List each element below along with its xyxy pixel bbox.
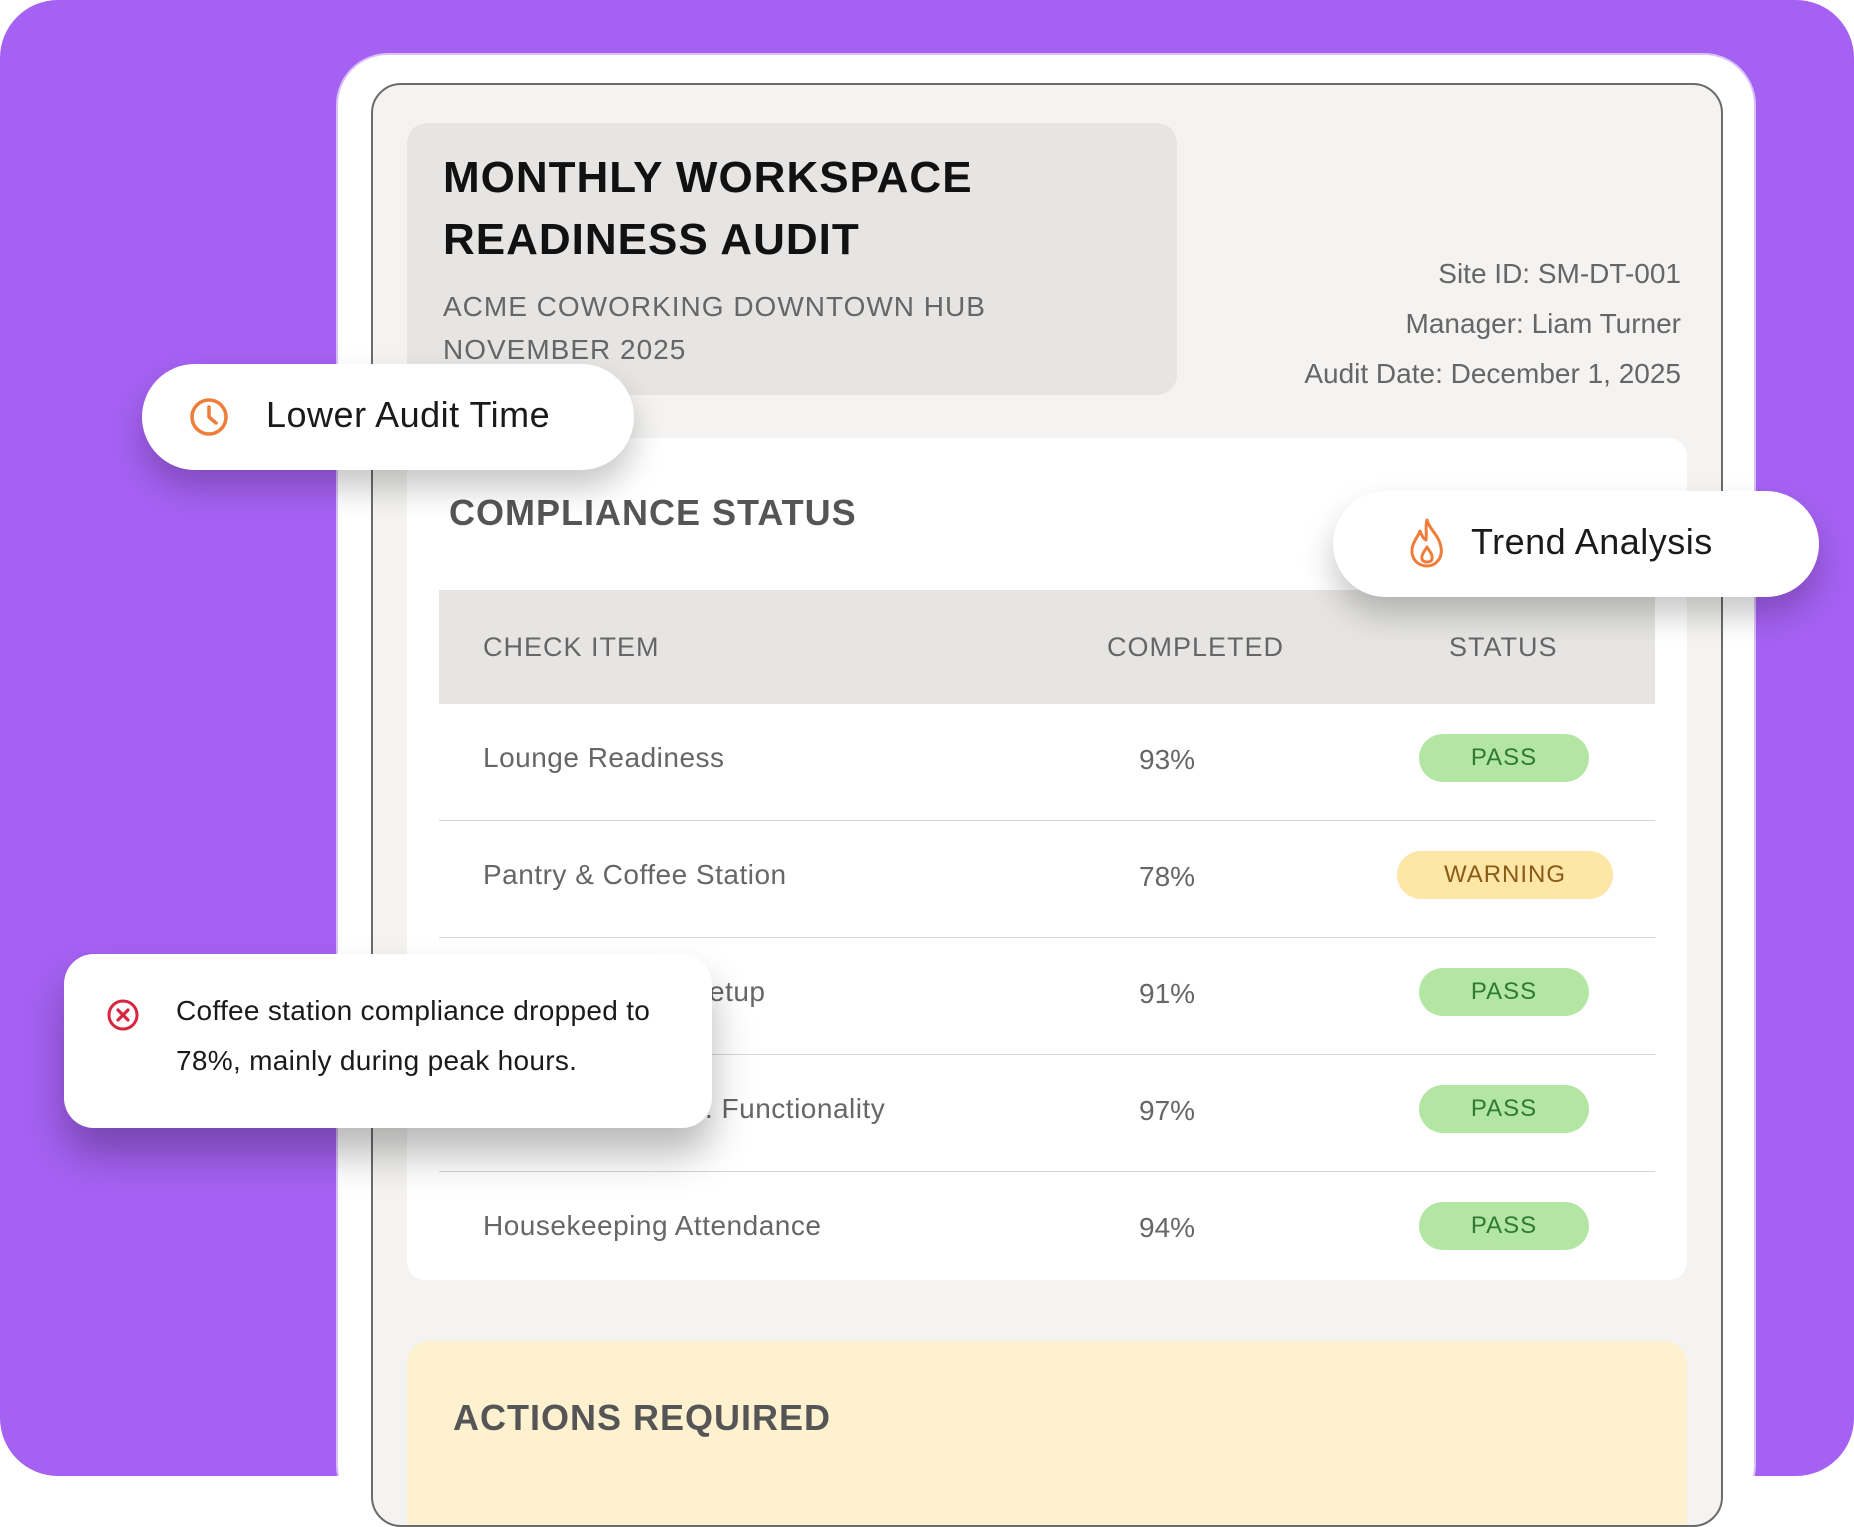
compliance-title: COMPLIANCE STATUS: [449, 492, 857, 533]
row-completed: 93%: [1139, 744, 1196, 775]
alert-message: Coffee station compliance dropped to 78%…: [176, 995, 651, 1076]
status-badge: PASS: [1419, 734, 1589, 782]
row-completed: 94%: [1139, 1212, 1196, 1243]
actions-title: ACTIONS REQUIRED: [453, 1397, 832, 1438]
lower-audit-time-pill: Lower Audit Time: [142, 364, 634, 470]
column-header-completed: COMPLETED: [1107, 632, 1285, 662]
report-header: MONTHLY WORKSPACE READINESS AUDIT ACME C…: [407, 123, 1177, 395]
clock-icon: [188, 396, 230, 443]
table-header: CHECK ITEM COMPLETED STATUS: [439, 590, 1655, 704]
trend-analysis-label: Trend Analysis: [1471, 521, 1713, 562]
subtitle-location: ACME COWORKING DOWNTOWN HUB: [443, 291, 986, 322]
report-subtitle: ACME COWORKING DOWNTOWN HUB NOVEMBER 202…: [443, 285, 986, 371]
status-badge: PASS: [1419, 1085, 1589, 1133]
row-completed: 78%: [1139, 861, 1196, 892]
table-row[interactable]: Pantry & Coffee Station 78% WARNING: [439, 821, 1655, 938]
status-badge: WARNING: [1397, 851, 1613, 899]
report-screen: MONTHLY WORKSPACE READINESS AUDIT ACME C…: [371, 83, 1723, 1527]
coffee-alert-card: Coffee station compliance dropped to 78%…: [64, 954, 712, 1128]
report-title: MONTHLY WORKSPACE READINESS AUDIT: [443, 153, 973, 264]
row-check-item: . Functionality: [705, 1093, 886, 1124]
row-check-item: Lounge Readiness: [483, 742, 725, 773]
table-row[interactable]: Lounge Readiness 93% PASS: [439, 704, 1655, 821]
table-row[interactable]: Housekeeping Attendance 94% PASS: [439, 1172, 1655, 1288]
lower-audit-time-label: Lower Audit Time: [266, 394, 551, 435]
error-circle-icon: [106, 998, 140, 1037]
flame-icon: [1405, 517, 1449, 574]
trend-analysis-pill: Trend Analysis: [1333, 491, 1819, 597]
column-header-check-item: CHECK ITEM: [483, 632, 660, 662]
manager: Manager: Liam Turner: [1405, 308, 1681, 339]
site-id: Site ID: SM-DT-001: [1438, 258, 1681, 289]
row-check-item: Pantry & Coffee Station: [483, 859, 787, 890]
row-check-item: Housekeeping Attendance: [483, 1210, 822, 1241]
row-completed: 91%: [1139, 978, 1196, 1009]
status-badge: PASS: [1419, 968, 1589, 1016]
row-check-item: etup: [709, 976, 766, 1007]
row-completed: 97%: [1139, 1095, 1196, 1126]
audit-date: Audit Date: December 1, 2025: [1304, 358, 1681, 389]
status-badge: PASS: [1419, 1202, 1589, 1250]
report-meta: Site ID: SM-DT-001 Manager: Liam Turner …: [1304, 249, 1681, 399]
column-header-status: STATUS: [1449, 632, 1558, 662]
actions-card: ACTIONS REQUIRED: [407, 1341, 1687, 1525]
